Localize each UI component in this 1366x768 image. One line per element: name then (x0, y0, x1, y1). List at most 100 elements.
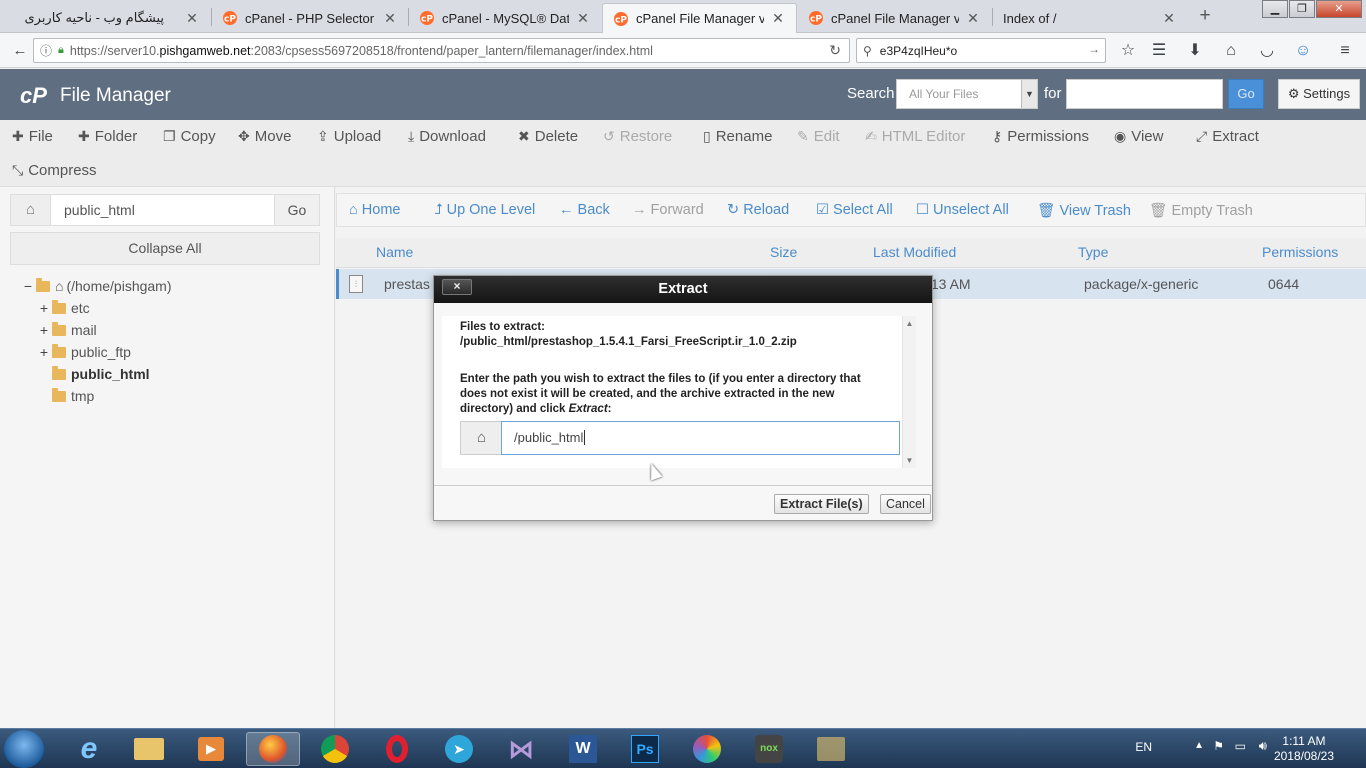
scroll-up-arrow-icon[interactable]: ▲ (903, 319, 916, 328)
browser-search-input[interactable]: ⚲ e3P4zqIHeu*o → (856, 38, 1106, 63)
new-file-button[interactable]: ✚ File (12, 128, 53, 145)
info-icon[interactable]: ⓘ (40, 42, 52, 59)
tab-close-icon[interactable]: ✕ (575, 10, 591, 27)
download-button[interactable]: ⤓ Download (408, 128, 486, 145)
back-arrow-icon[interactable]: ← (8, 39, 32, 63)
reading-list-icon[interactable]: ☰ (1148, 40, 1170, 62)
permissions-button[interactable]: ⚷ Permissions (992, 128, 1089, 145)
minimize-button[interactable]: ▁ (1262, 0, 1288, 18)
window-close-button[interactable]: ✕ (1316, 0, 1362, 18)
word-icon[interactable]: W (556, 732, 610, 766)
back-button[interactable]: ← Back (559, 202, 610, 218)
tab-file-manager-2[interactable]: cP cPanel File Manager v3 - F ✕ (798, 3, 991, 33)
forward-button[interactable]: → Forward (632, 202, 704, 218)
nox-player-icon[interactable]: nox (742, 732, 796, 766)
column-permissions[interactable]: Permissions (1262, 244, 1338, 260)
unselect-all-button[interactable]: ☐ Unselect All (916, 202, 1009, 218)
network-icon[interactable]: ▭ (1235, 739, 1246, 753)
new-folder-button[interactable]: ✚ Folder (78, 128, 137, 145)
tree-item-tmp[interactable]: tmp (52, 387, 94, 404)
expand-plus-icon[interactable]: + (38, 300, 50, 316)
empty-trash-button[interactable]: 🗑︎ Empty Trash (1149, 202, 1253, 219)
tray-expand-icon[interactable]: ▲ (1194, 740, 1204, 751)
home-icon[interactable]: ⌂ (11, 195, 51, 225)
tab-close-icon[interactable]: ✕ (965, 10, 981, 27)
tab-close-icon[interactable]: ✕ (382, 10, 398, 27)
url-bar[interactable]: ⓘ 🔒︎ https://server10. pishgamweb.net:208… (33, 38, 850, 63)
dialog-scrollbar[interactable]: ▲ ▼ (902, 316, 916, 468)
search-scope-select[interactable]: All Your Files ▼ (896, 79, 1038, 109)
tree-item-public-html[interactable]: public_html (52, 365, 150, 382)
clock[interactable]: 1:11 AM 2018/08/23 (1274, 734, 1334, 764)
menu-hamburger-icon[interactable]: ≡ (1334, 40, 1356, 62)
compress-button[interactable]: ⤡ Compress (12, 162, 97, 179)
tab-close-icon[interactable]: ✕ (1161, 10, 1177, 27)
file-explorer-icon[interactable] (122, 732, 176, 766)
view-trash-button[interactable]: 🗑︎ View Trash (1037, 202, 1131, 219)
action-center-flag-icon[interactable]: ⚑ (1213, 739, 1224, 753)
account-icon[interactable]: ☺ (1292, 40, 1314, 62)
cancel-button[interactable]: Cancel (880, 494, 931, 514)
chrome-icon[interactable] (308, 732, 362, 766)
start-button[interactable] (4, 730, 44, 768)
tab-pishgam[interactable]: پیشگام وب - ناحیه کاربری ✕ (0, 3, 210, 33)
settings-button[interactable]: ⚙ Settings (1278, 79, 1360, 109)
extract-button[interactable]: ⤢ Extract (1196, 128, 1259, 145)
tab-php-selector[interactable]: cP cPanel - PHP Selector | ext ✕ (212, 3, 408, 33)
column-name[interactable]: Name (376, 244, 413, 260)
column-size[interactable]: Size (770, 244, 797, 260)
internet-explorer-icon[interactable]: e (62, 732, 116, 766)
tab-close-icon[interactable]: ✕ (184, 10, 200, 27)
pinned-app-icon[interactable] (804, 732, 858, 766)
collapse-all-button[interactable]: Collapse All (10, 232, 320, 265)
tab-mysql-databases[interactable]: cP cPanel - MySQL® Databa ✕ (409, 3, 601, 33)
scroll-down-arrow-icon[interactable]: ▼ (903, 456, 916, 465)
column-last-modified[interactable]: Last Modified (873, 244, 956, 260)
extract-path-input[interactable]: /public_html (501, 421, 900, 455)
reload-button[interactable]: ↻ Reload (727, 202, 789, 218)
search-input[interactable] (1066, 79, 1223, 109)
bookmark-star-icon[interactable]: ☆ (1117, 40, 1139, 62)
search-go-arrow-icon[interactable]: → (1088, 42, 1100, 56)
telegram-icon[interactable]: ➤ (432, 732, 486, 766)
extract-files-button[interactable]: Extract File(s) (774, 494, 869, 514)
firefox-icon[interactable] (246, 732, 300, 766)
delete-button[interactable]: ✖ Delete (518, 128, 578, 145)
maximize-button[interactable]: ❐ (1289, 0, 1315, 18)
move-button[interactable]: ✥ Move (238, 128, 291, 145)
upload-button[interactable]: ⇪ Upload (317, 128, 381, 145)
tab-close-icon[interactable]: ✕ (770, 10, 786, 27)
up-one-level-button[interactable]: ⮥ Up One Level (434, 202, 535, 218)
volume-icon[interactable]: 🔊︎ (1259, 738, 1267, 754)
pocket-icon[interactable]: ◡ (1256, 40, 1278, 62)
new-tab-button[interactable]: + (1192, 3, 1218, 29)
expand-plus-icon[interactable]: + (38, 322, 50, 338)
search-go-button[interactable]: Go (1228, 79, 1264, 109)
tree-item-etc[interactable]: + etc (38, 299, 90, 316)
home-icon[interactable]: ⌂ (1220, 40, 1242, 62)
language-indicator[interactable]: EN (1135, 740, 1152, 754)
rename-button[interactable]: ▯ Rename (703, 128, 772, 145)
path-go-button[interactable]: Go (274, 195, 319, 225)
visual-studio-icon[interactable]: ⋈ (494, 732, 548, 766)
tree-item-mail[interactable]: + mail (38, 321, 97, 338)
reload-icon[interactable]: ↻ (829, 42, 841, 59)
tree-item-public-ftp[interactable]: + public_ftp (38, 343, 131, 360)
restore-button[interactable]: ↺ Restore (603, 128, 672, 145)
media-player-icon[interactable]: ▶ (184, 732, 238, 766)
expand-plus-icon[interactable]: + (38, 344, 50, 360)
copy-button[interactable]: ❐ Copy (163, 128, 216, 145)
tab-index-of[interactable]: Index of / ✕ (993, 3, 1187, 33)
dialog-close-button[interactable]: × (442, 279, 472, 295)
photoshop-icon[interactable]: Ps (618, 732, 672, 766)
download-arrow-icon[interactable]: ⬇ (1184, 40, 1206, 62)
tab-file-manager-active[interactable]: cP cPanel File Manager v3 ✕ (602, 3, 797, 33)
column-type[interactable]: Type (1078, 244, 1108, 260)
cpanel-logo[interactable]: cP (20, 83, 47, 109)
opera-icon[interactable] (370, 732, 424, 766)
home-button[interactable]: ⌂ Home (349, 202, 400, 218)
tree-root[interactable]: − ⌂ (/home/pishgam) (22, 277, 172, 294)
colorful-app-icon[interactable] (680, 732, 734, 766)
select-all-button[interactable]: ☑ Select All (816, 202, 893, 218)
collapse-minus-icon[interactable]: − (22, 278, 34, 294)
